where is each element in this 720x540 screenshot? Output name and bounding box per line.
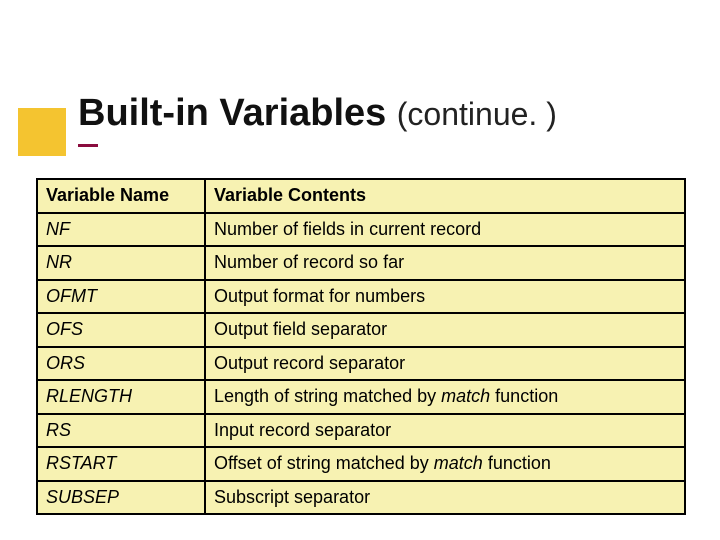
- desc-text: Number of fields in current record: [214, 219, 481, 239]
- var-name: ORS: [37, 347, 205, 381]
- slide-title: Built-in Variables (continue. ): [78, 92, 557, 135]
- table-row: ORS Output record separator: [37, 347, 685, 381]
- var-desc: Offset of string matched by match functi…: [205, 447, 685, 481]
- desc-text: Input record separator: [214, 420, 391, 440]
- table-row: OFS Output field separator: [37, 313, 685, 347]
- desc-keyword: match: [441, 386, 490, 406]
- desc-text-post: function: [490, 386, 558, 406]
- var-desc: Output record separator: [205, 347, 685, 381]
- desc-text: Length of string matched by: [214, 386, 441, 406]
- var-name: SUBSEP: [37, 481, 205, 515]
- var-desc: Number of record so far: [205, 246, 685, 280]
- var-name: RLENGTH: [37, 380, 205, 414]
- table-row: OFMT Output format for numbers: [37, 280, 685, 314]
- var-name: OFS: [37, 313, 205, 347]
- desc-keyword: match: [434, 453, 483, 473]
- var-desc: Number of fields in current record: [205, 213, 685, 247]
- desc-text: Number of record so far: [214, 252, 404, 272]
- desc-text: Offset of string matched by: [214, 453, 434, 473]
- desc-text: Output record separator: [214, 353, 405, 373]
- header-variable-contents: Variable Contents: [205, 179, 685, 213]
- var-name: RS: [37, 414, 205, 448]
- desc-text-post: function: [483, 453, 551, 473]
- var-name: OFMT: [37, 280, 205, 314]
- table-header-row: Variable Name Variable Contents: [37, 179, 685, 213]
- variables-table: Variable Name Variable Contents NF Numbe…: [36, 178, 686, 515]
- table-row: RSTART Offset of string matched by match…: [37, 447, 685, 481]
- title-continue: (continue. ): [397, 96, 557, 132]
- var-name: RSTART: [37, 447, 205, 481]
- var-desc: Input record separator: [205, 414, 685, 448]
- desc-text: Subscript separator: [214, 487, 370, 507]
- var-desc: Subscript separator: [205, 481, 685, 515]
- title-underline: [78, 144, 98, 147]
- desc-text: Output format for numbers: [214, 286, 425, 306]
- slide: Built-in Variables (continue. ) Variable…: [0, 0, 720, 540]
- title-main: Built-in Variables: [78, 92, 386, 134]
- header-variable-name: Variable Name: [37, 179, 205, 213]
- var-name: NR: [37, 246, 205, 280]
- var-name: NF: [37, 213, 205, 247]
- var-desc: Output format for numbers: [205, 280, 685, 314]
- table-row: SUBSEP Subscript separator: [37, 481, 685, 515]
- var-desc: Output field separator: [205, 313, 685, 347]
- desc-text: Output field separator: [214, 319, 387, 339]
- var-desc: Length of string matched by match functi…: [205, 380, 685, 414]
- table-row: RS Input record separator: [37, 414, 685, 448]
- table-row: NR Number of record so far: [37, 246, 685, 280]
- accent-square: [18, 108, 66, 156]
- table-row: RLENGTH Length of string matched by matc…: [37, 380, 685, 414]
- table-row: NF Number of fields in current record: [37, 213, 685, 247]
